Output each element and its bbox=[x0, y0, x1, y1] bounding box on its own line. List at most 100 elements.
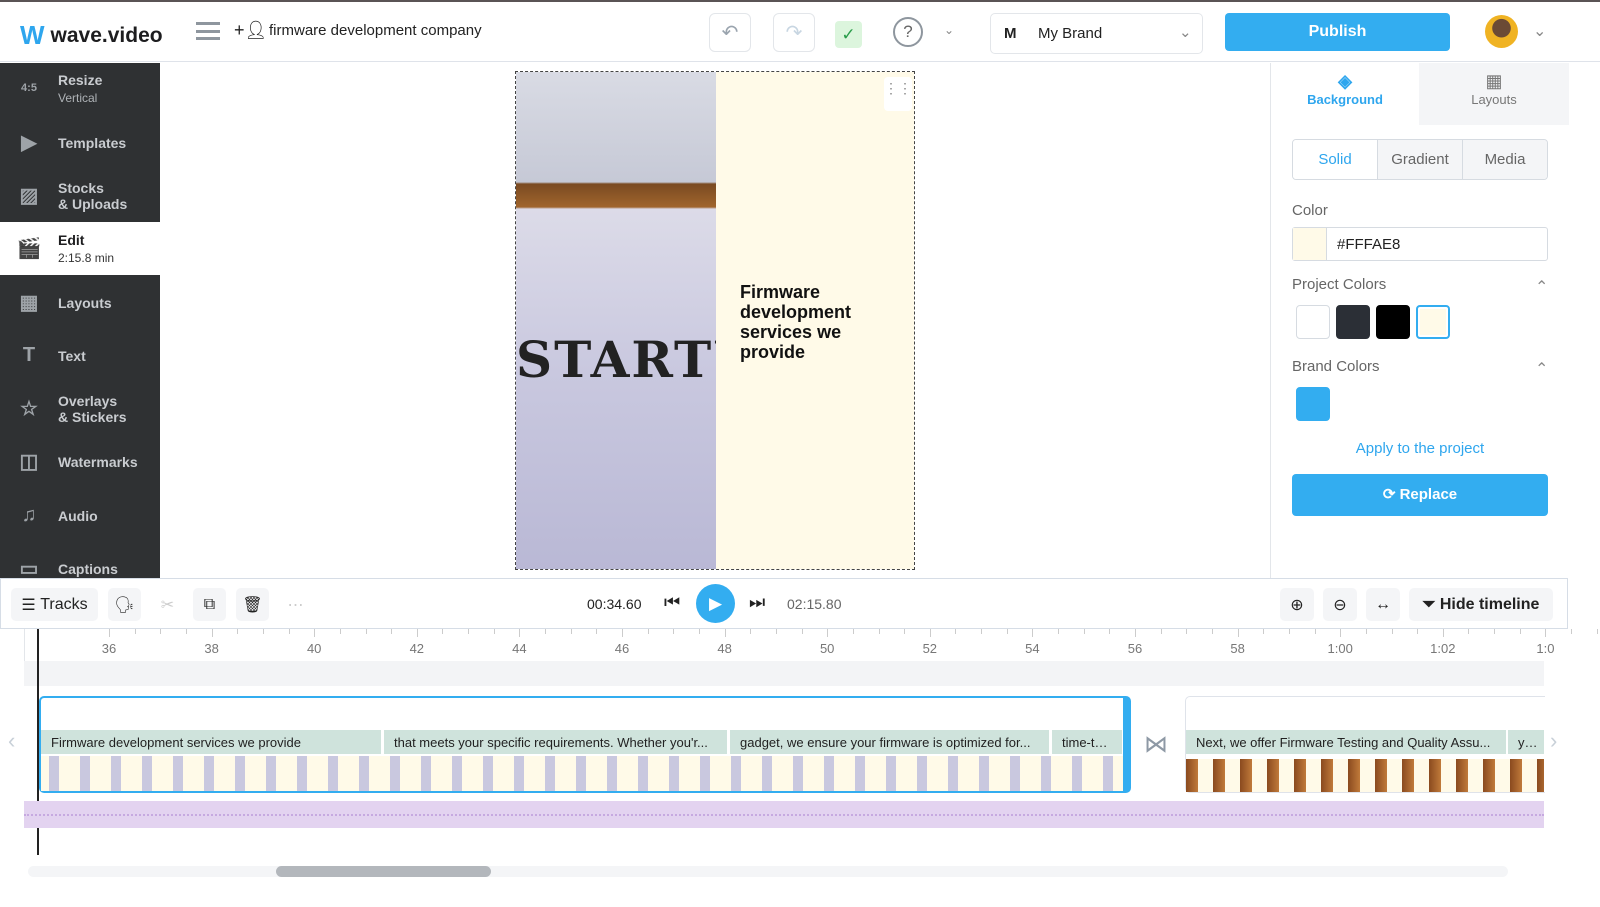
drag-handle-icon[interactable]: ⋮⋮ bbox=[884, 77, 912, 111]
more-button[interactable]: ⋯ bbox=[279, 588, 312, 621]
color-field[interactable]: #FFFAE8 bbox=[1292, 227, 1548, 261]
tab-layouts[interactable]: ▦ Layouts bbox=[1419, 63, 1569, 125]
sidebar-item-layouts[interactable]: ▦ Layouts bbox=[0, 276, 160, 329]
ruler-tick bbox=[288, 629, 290, 634]
logo[interactable]: Wwave.video bbox=[20, 20, 163, 51]
caption-segment[interactable]: gadget, we ensure your firmware is optim… bbox=[730, 730, 1049, 754]
avatar[interactable] bbox=[1485, 15, 1518, 48]
skip-forward-button[interactable]: ⏭︎ bbox=[749, 592, 765, 613]
ruler-tick bbox=[160, 629, 162, 634]
account-chevron-icon[interactable]: ⌄ bbox=[1533, 21, 1546, 41]
sidebar-item-captions[interactable]: ▭ Captions bbox=[0, 542, 160, 578]
menu-icon[interactable] bbox=[196, 22, 220, 40]
replace-button[interactable]: ⟳ Replace bbox=[1292, 474, 1548, 516]
project-name[interactable]: firmware development company bbox=[269, 22, 482, 39]
publish-button[interactable]: Publish bbox=[1225, 13, 1450, 51]
mode-gradient[interactable]: Gradient bbox=[1377, 140, 1462, 179]
ruler-tick bbox=[1186, 629, 1188, 634]
caption-segment[interactable]: Firmware development services we provide bbox=[41, 730, 381, 754]
timeline-toolbar: ☰ Tracks 🗣︎ ✂ ⧉ 🗑︎ ⋯ 00:34.60 ⏮︎ ▶ ⏭︎ 02… bbox=[0, 578, 1568, 629]
ruler-tick-label: 48 bbox=[717, 641, 732, 656]
sidebar-item-templates[interactable]: ▶ Templates bbox=[0, 116, 160, 169]
skip-back-button[interactable]: ⏮︎ bbox=[664, 592, 680, 613]
scroll-right-arrow[interactable]: › bbox=[1550, 728, 1557, 754]
ruler-tick-label: 40 bbox=[306, 641, 322, 656]
ruler-tick bbox=[955, 629, 957, 634]
ruler-tick bbox=[211, 629, 213, 637]
ruler-tick bbox=[1314, 629, 1316, 634]
ruler-tick bbox=[1391, 629, 1393, 634]
ruler-tick bbox=[134, 629, 136, 634]
play-button[interactable]: ▶ bbox=[696, 584, 735, 623]
redo-button[interactable]: ↷ bbox=[773, 13, 815, 52]
project-color-swatch[interactable] bbox=[1416, 305, 1450, 339]
ruler-tick-label: 42 bbox=[409, 641, 425, 656]
caption-segment[interactable]: your bbox=[1508, 730, 1544, 754]
zoom-out-button[interactable]: ⊖ bbox=[1323, 588, 1357, 621]
duplicate-button[interactable]: ⧉ bbox=[193, 588, 226, 621]
ruler-tick bbox=[775, 629, 777, 634]
caption-segment[interactable]: time-to-... bbox=[1052, 730, 1122, 754]
chevron-up-icon[interactable]: ⌃ bbox=[1535, 359, 1548, 379]
ruler-tick bbox=[1160, 629, 1162, 634]
help-chevron-icon[interactable]: ⌄ bbox=[944, 23, 954, 37]
tab-background[interactable]: ◈ Background bbox=[1271, 63, 1419, 125]
tracks-button[interactable]: ☰ Tracks bbox=[11, 588, 98, 621]
clapperboard-icon: 🎬 bbox=[16, 238, 42, 260]
paint-bucket-icon: ◈ bbox=[1338, 71, 1352, 91]
sidebar-item-edit[interactable]: 🎬 Edit 2:15.8 min bbox=[0, 222, 160, 275]
ruler-tick bbox=[1519, 629, 1521, 634]
brand-select[interactable]: M My Brand ⌄ bbox=[990, 13, 1203, 54]
current-time: 00:34.60 bbox=[587, 596, 642, 612]
apply-to-project-link[interactable]: Apply to the project bbox=[1292, 440, 1548, 457]
brand-color-swatch[interactable] bbox=[1296, 387, 1330, 421]
saved-check-icon: ✓ bbox=[835, 21, 862, 48]
voiceover-button[interactable]: 🗣︎ bbox=[108, 588, 141, 621]
text-pane[interactable]: Firmware development services we provide… bbox=[716, 72, 914, 569]
sidebar-item-stocks[interactable]: ▨ Stocks & Uploads bbox=[0, 169, 160, 222]
zoom-in-button[interactable]: ⊕ bbox=[1280, 588, 1314, 621]
color-swatch[interactable] bbox=[1293, 228, 1327, 260]
ruler-tick bbox=[468, 629, 470, 634]
scrollbar-thumb[interactable] bbox=[276, 866, 491, 877]
horizontal-scrollbar[interactable] bbox=[28, 866, 1508, 877]
ruler-tick bbox=[442, 629, 444, 634]
mode-media[interactable]: Media bbox=[1462, 140, 1547, 179]
fit-button[interactable]: ↔ bbox=[1366, 588, 1400, 621]
ruler-tick bbox=[981, 629, 983, 634]
total-time: 02:15.80 bbox=[787, 596, 842, 612]
mode-solid[interactable]: Solid bbox=[1293, 140, 1377, 179]
ruler-tick-label: 50 bbox=[819, 641, 835, 656]
ruler-tick bbox=[570, 629, 572, 634]
cut-button[interactable]: ✂ bbox=[151, 588, 184, 621]
project-color-swatch[interactable] bbox=[1296, 305, 1330, 339]
ruler-tick bbox=[391, 629, 393, 634]
chevron-down-icon: ⌄ bbox=[1179, 24, 1192, 41]
ruler-tick bbox=[827, 629, 829, 637]
ruler-tick bbox=[1083, 629, 1085, 634]
timeline-ruler[interactable]: 36 38 40 42 44 46 48 50 52 54 56 58 1:00 1:02 1:0 bbox=[24, 629, 1598, 661]
caption-segment[interactable]: that meets your specific requirements. W… bbox=[384, 730, 727, 754]
sidebar-item-resize[interactable]: 4:5 Resize Vertical bbox=[0, 63, 160, 113]
add-user-icon[interactable]: +👤︎ bbox=[234, 20, 267, 41]
video-preview[interactable]: STARTU Firmware development services we … bbox=[515, 71, 915, 570]
project-color-swatch[interactable] bbox=[1376, 305, 1410, 339]
undo-button[interactable]: ↶ bbox=[709, 13, 751, 52]
sidebar-item-watermarks[interactable]: ◫ Watermarks bbox=[0, 435, 160, 488]
sidebar-item-text[interactable]: T Text bbox=[0, 329, 160, 382]
help-icon[interactable]: ? bbox=[893, 17, 923, 47]
ruler-tick-label: 1:02 bbox=[1430, 641, 1456, 656]
hide-timeline-button[interactable]: ⏷ Hide timeline bbox=[1409, 588, 1553, 621]
collapse-icon: ⏷ bbox=[1422, 595, 1440, 613]
sidebar-item-audio[interactable]: ♫ Audio bbox=[0, 489, 160, 542]
project-color-swatch[interactable] bbox=[1336, 305, 1370, 339]
delete-button[interactable]: 🗑︎ bbox=[236, 588, 269, 621]
chevron-up-icon[interactable]: ⌃ bbox=[1535, 277, 1548, 297]
headline-text[interactable]: Firmware development services we provide bbox=[740, 282, 890, 362]
caption-segment[interactable]: Next, we offer Firmware Testing and Qual… bbox=[1186, 730, 1506, 754]
ruler-tick bbox=[622, 629, 623, 637]
scroll-left-arrow[interactable]: ‹ bbox=[8, 728, 15, 754]
audio-track[interactable] bbox=[24, 801, 1544, 828]
sidebar-item-overlays[interactable]: ☆ Overlays & Stickers bbox=[0, 382, 160, 435]
transition-icon[interactable]: ⋈ bbox=[1144, 730, 1168, 759]
